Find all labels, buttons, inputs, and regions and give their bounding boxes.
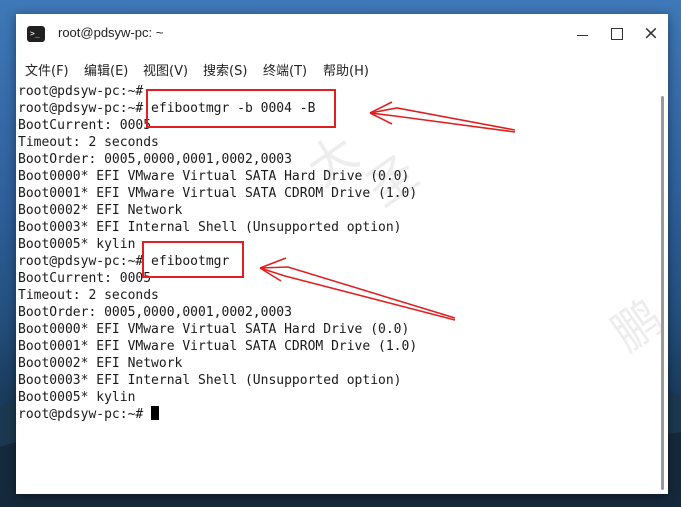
window-title: root@pdsyw-pc: ~: [58, 25, 164, 40]
terminal-line: Boot0000* EFI VMware Virtual SATA Hard D…: [18, 322, 410, 337]
terminal-line: root@pdsyw-pc:~# efibootmgr: [18, 254, 230, 269]
terminal-icon: >_: [27, 26, 45, 42]
minimize-icon[interactable]: [573, 24, 593, 44]
terminal-line: Boot0002* EFI Network: [18, 203, 183, 218]
menu-view[interactable]: 视图(V): [143, 60, 188, 79]
terminal-prompt-line: root@pdsyw-pc:~#: [18, 406, 160, 423]
terminal-line: Boot0005* kylin: [18, 237, 136, 252]
terminal-line: BootCurrent: 0005: [18, 118, 152, 133]
menu-bar: 文件(F) 编辑(E) 视图(V) 搜索(S) 终端(T) 帮助(H): [16, 54, 668, 82]
terminal-line: Timeout: 2 seconds: [18, 288, 159, 303]
menu-terminal[interactable]: 终端(T): [263, 60, 307, 79]
text-cursor: [151, 406, 160, 420]
terminal-line: Boot0005* kylin: [18, 390, 136, 405]
title-bar[interactable]: >_ root@pdsyw-pc: ~ ×: [16, 14, 668, 54]
terminal-output[interactable]: root@pdsyw-pc:~# root@pdsyw-pc:~# efiboo…: [16, 82, 674, 492]
close-icon[interactable]: ×: [641, 24, 661, 44]
terminal-line: Boot0001* EFI VMware Virtual SATA CDROM …: [18, 186, 418, 201]
terminal-line: Boot0000* EFI VMware Virtual SATA Hard D…: [18, 169, 410, 184]
maximize-icon[interactable]: [607, 24, 627, 44]
terminal-line: BootCurrent: 0005: [18, 271, 152, 286]
terminal-line: Boot0003* EFI Internal Shell (Unsupporte…: [18, 373, 402, 388]
terminal-line: root@pdsyw-pc:~# efibootmgr -b 0004 -B: [18, 101, 316, 116]
menu-help[interactable]: 帮助(H): [323, 60, 369, 79]
terminal-line: Timeout: 2 seconds: [18, 135, 159, 150]
terminal-line: Boot0003* EFI Internal Shell (Unsupporte…: [18, 220, 402, 235]
menu-search[interactable]: 搜索(S): [203, 60, 247, 79]
terminal-prompt: root@pdsyw-pc:~#: [18, 407, 152, 422]
terminal-line: Boot0001* EFI VMware Virtual SATA CDROM …: [18, 339, 418, 354]
menu-edit[interactable]: 编辑(E): [84, 60, 128, 79]
terminal-line: root@pdsyw-pc:~#: [18, 84, 144, 99]
terminal-window: >_ root@pdsyw-pc: ~ × 文件(F) 编辑(E) 视图(V) …: [16, 14, 674, 494]
menu-file[interactable]: 文件(F): [25, 60, 69, 79]
terminal-line: BootOrder: 0005,0000,0001,0002,0003: [18, 152, 292, 167]
terminal-line: Boot0002* EFI Network: [18, 356, 183, 371]
terminal-line: BootOrder: 0005,0000,0001,0002,0003: [18, 305, 292, 320]
scrollbar-thumb[interactable]: [661, 96, 664, 490]
